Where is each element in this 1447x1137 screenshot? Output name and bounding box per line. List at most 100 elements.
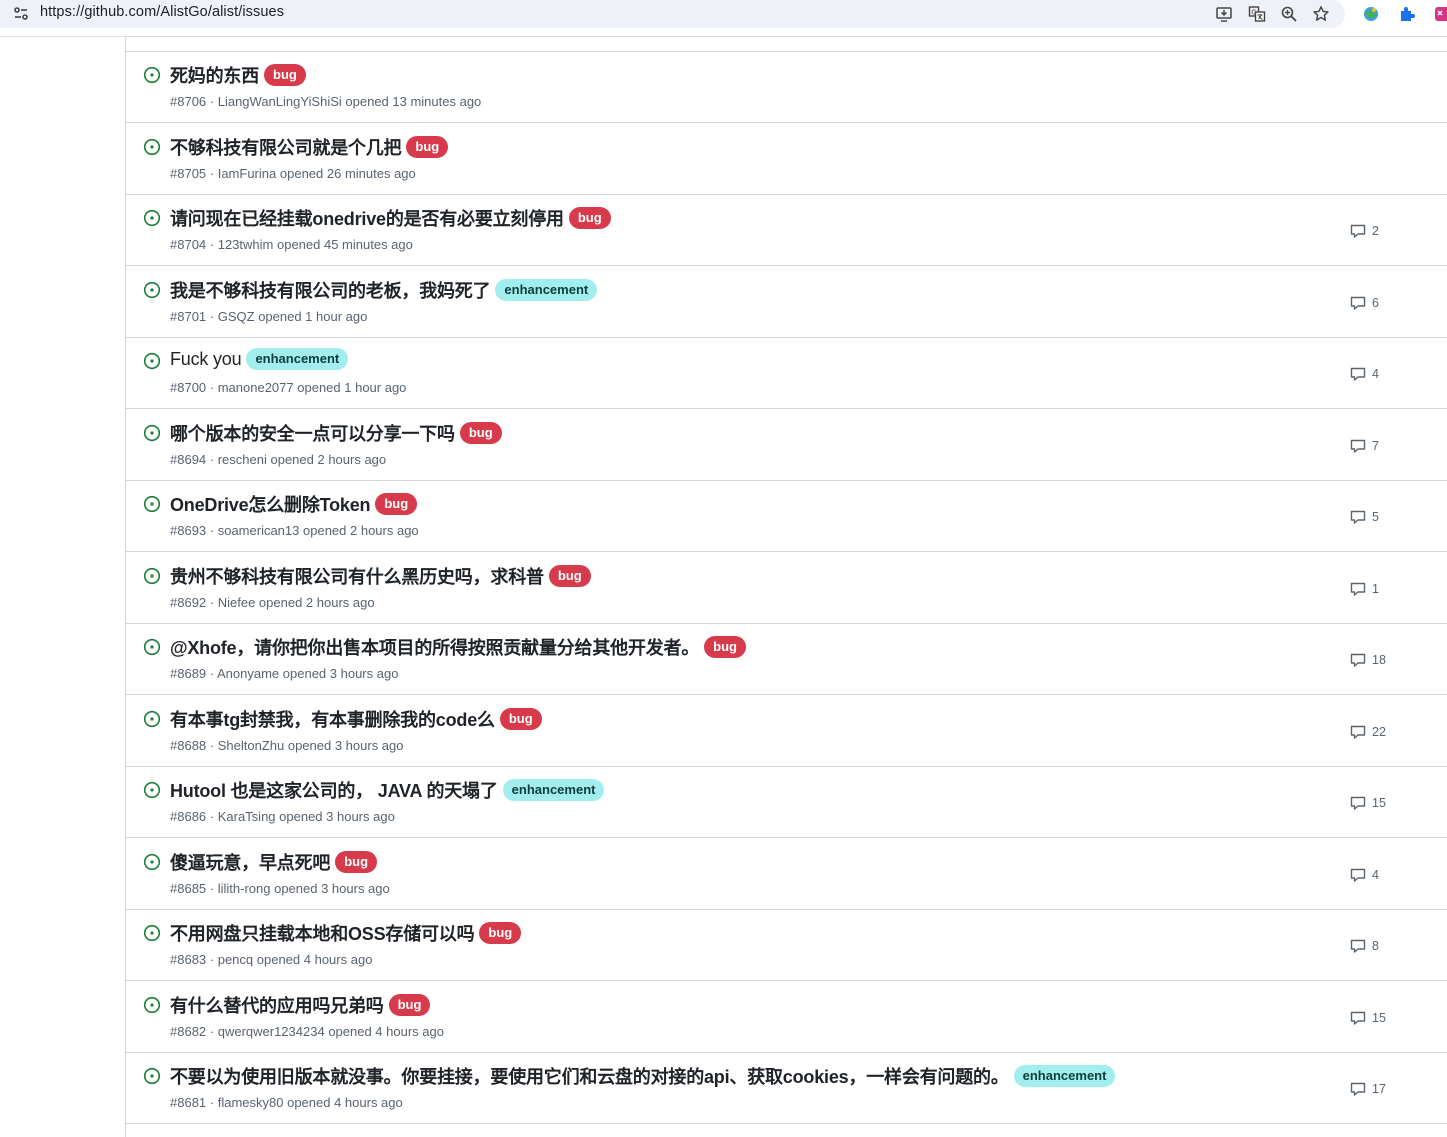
url-text[interactable]: https://github.com/AlistGo/alist/issues (40, 4, 284, 20)
issue-row[interactable]: 死妈的东西 bug #8706 · LiangWanLingYiShiSi op… (126, 51, 1447, 123)
issue-comments-link[interactable]: 8 (1350, 938, 1379, 954)
issue-label-bug[interactable]: bug (264, 64, 306, 86)
issue-author-link[interactable]: manone2077 (218, 380, 294, 395)
issue-label-enhancement[interactable]: enhancement (502, 779, 605, 801)
issue-title-link[interactable]: 我是不够科技有限公司的老板，我妈死了 (170, 277, 491, 303)
extension-globe-icon[interactable] (1360, 3, 1382, 25)
issue-opened-icon (143, 209, 161, 227)
profile-avatar-icon[interactable] (1432, 3, 1447, 25)
issue-label-bug[interactable]: bug (479, 922, 522, 944)
issue-row[interactable]: @Xhofe，请你把你出售本项目的所得按照贡献量分给其他开发者。 bug #86… (126, 623, 1447, 695)
issue-comment-count: 22 (1372, 724, 1386, 739)
issue-label-enhancement[interactable]: enhancement (495, 278, 598, 301)
issue-comments-link[interactable]: 2 (1350, 223, 1379, 239)
issue-author-link[interactable]: flamesky80 (218, 1095, 284, 1110)
issue-label-bug[interactable]: bug (406, 135, 449, 158)
extensions-puzzle-icon[interactable] (1396, 3, 1418, 25)
issue-row[interactable]: Hutool 也是这家公司的， JAVA 的天塌了 enhancement #8… (126, 766, 1447, 838)
issue-title-link[interactable]: 有本事tg封禁我，有本事删除我的code么 (170, 706, 495, 732)
issue-author-link[interactable]: IamFurina (218, 166, 277, 181)
issue-number: #8705 (170, 165, 207, 181)
comment-icon (1350, 796, 1366, 810)
issue-comments-link[interactable]: 5 (1350, 509, 1379, 525)
issue-title-link[interactable]: 哪个版本的安全一点可以分享一下吗 (170, 420, 455, 446)
address-bar[interactable]: https://github.com/AlistGo/alist/issues … (0, 0, 1345, 28)
issue-opened-icon (143, 638, 161, 656)
issue-author-link[interactable]: lilith-rong (218, 881, 271, 896)
issue-label-bug[interactable]: bug (499, 707, 542, 730)
issue-opened-time: opened 3 hours ago (282, 666, 399, 681)
comment-icon (1350, 653, 1366, 667)
issue-opened-icon (143, 567, 161, 585)
issue-author-link[interactable]: rescheni (218, 452, 267, 467)
issue-label-bug[interactable]: bug (459, 421, 502, 444)
issue-row[interactable]: 有本事tg封禁我，有本事删除我的code么 bug #8688 · Shelto… (126, 695, 1447, 767)
issue-title-link[interactable]: Fuck you (170, 349, 242, 370)
issue-row[interactable]: 请问现在已经挂载onedrive的是否有必要立刻停用 bug #8704 · 1… (126, 194, 1447, 266)
issue-title-link[interactable]: OneDrive怎么删除Token (170, 491, 371, 517)
install-app-icon[interactable] (1213, 3, 1235, 25)
issue-number: #8693 (170, 523, 207, 538)
issue-comments-link[interactable]: 15 (1350, 1010, 1386, 1026)
issue-label-enhancement[interactable]: enhancement (246, 348, 349, 370)
issue-title-link[interactable]: 傻逼玩意，早点死吧 (170, 849, 330, 875)
issue-label-bug[interactable]: bug (568, 207, 611, 229)
issue-title-link[interactable]: 有什么替代的应用吗兄弟吗 (170, 992, 384, 1018)
issue-row[interactable]: 贵州不够科技有限公司有什么黑历史吗，求科普 bug #8692 · Niefee… (126, 552, 1447, 624)
issue-comments-link[interactable]: 17 (1350, 1081, 1386, 1097)
browser-toolbar: https://github.com/AlistGo/alist/issues … (0, 0, 1447, 37)
issue-title-link[interactable]: 贵州不够科技有限公司有什么黑历史吗，求科普 (170, 563, 544, 589)
issue-author-link[interactable]: qwerqwer1234234 (218, 1024, 325, 1039)
issue-meta: #8701 · GSQZ opened 1 hour ago (170, 308, 368, 324)
issue-meta: #8686 · KaraTsing opened 3 hours ago (170, 809, 395, 824)
issue-row[interactable]: 哪个版本的安全一点可以分享一下吗 bug #8694 · rescheni op… (126, 409, 1447, 481)
zoom-icon[interactable] (1278, 3, 1300, 25)
translate-icon[interactable]: G (1246, 3, 1268, 25)
issue-comments-link[interactable]: 15 (1350, 795, 1386, 811)
issue-label-enhancement[interactable]: enhancement (1013, 1065, 1116, 1087)
issue-author-link[interactable]: GSQZ (218, 309, 255, 324)
issue-author-link[interactable]: SheltonZhu (218, 738, 285, 753)
issue-title-link[interactable]: @Xhofe，请你把你出售本项目的所得按照贡献量分给其他开发者。 (170, 634, 699, 660)
issue-comments-link[interactable]: 4 (1350, 867, 1379, 883)
issue-comments-link[interactable]: 4 (1350, 366, 1379, 382)
issue-title-link[interactable]: 不要以为使用旧版本就没事。你要挂接，要使用它们和云盘的对接的api、获取cook… (170, 1063, 1009, 1089)
issue-label-bug[interactable]: bug (704, 636, 746, 658)
issue-meta: #8700 · manone2077 opened 1 hour ago (170, 380, 407, 395)
issue-comments-link[interactable]: 7 (1350, 438, 1379, 454)
issue-author-link[interactable]: Anonyame (217, 666, 279, 681)
issue-row[interactable]: 有什么替代的应用吗兄弟吗 bug #8682 · qwerqwer1234234… (126, 981, 1447, 1053)
issue-comments-link[interactable]: 22 (1350, 724, 1386, 740)
site-info-icon[interactable] (12, 5, 30, 23)
issue-author-link[interactable]: LiangWanLingYiShiSi (218, 94, 342, 109)
issue-row[interactable]: 我是不够科技有限公司的老板，我妈死了 enhancement #8701 · G… (126, 266, 1447, 338)
issue-title-link[interactable]: 请问现在已经挂载onedrive的是否有必要立刻停用 (170, 205, 564, 231)
issue-title-line: 哪个版本的安全一点可以分享一下吗 bug (170, 420, 502, 446)
issue-title-link[interactable]: 死妈的东西 (170, 62, 259, 88)
issue-label-bug[interactable]: bug (388, 993, 431, 1016)
comment-icon (1350, 367, 1366, 381)
issue-author-link[interactable]: Niefee (218, 595, 256, 610)
issue-label-bug[interactable]: bug (335, 850, 378, 873)
issue-comments-link[interactable]: 18 (1350, 652, 1386, 668)
issue-title-link[interactable]: Hutool 也是这家公司的， JAVA 的天塌了 (170, 777, 498, 803)
issue-author-link[interactable]: soamerican13 (218, 523, 300, 538)
issue-comments-link[interactable]: 6 (1350, 295, 1379, 311)
issue-row[interactable]: 不用网盘只挂载本地和OSS存储可以吗 bug #8683 · pencq ope… (126, 909, 1447, 981)
issue-title-link[interactable]: 不够科技有限公司就是个几把 (170, 134, 402, 160)
issue-author-link[interactable]: KaraTsing (218, 809, 276, 824)
issue-row[interactable]: 傻逼玩意，早点死吧 bug #8685 · lilith-rong opened… (126, 838, 1447, 910)
issue-author-link[interactable]: pencq (218, 952, 253, 967)
issue-row[interactable]: Fuck you enhancement #8700 · manone2077 … (126, 337, 1447, 409)
issue-row[interactable]: OneDrive怎么删除Token bug #8693 · soamerican… (126, 480, 1447, 552)
issue-comments-link[interactable]: 1 (1350, 581, 1379, 597)
issue-title-link[interactable]: 不用网盘只挂载本地和OSS存储可以吗 (170, 920, 475, 946)
bookmark-star-icon[interactable] (1310, 3, 1332, 25)
issue-opened-time: opened 1 hour ago (258, 308, 368, 324)
issue-row[interactable]: 不够科技有限公司就是个几把 bug #8705 · IamFurina open… (126, 123, 1447, 195)
issue-row[interactable]: 不要以为使用旧版本就没事。你要挂接，要使用它们和云盘的对接的api、获取cook… (126, 1052, 1447, 1124)
issue-author-link[interactable]: 123twhim (218, 237, 274, 252)
issue-label-bug[interactable]: bug (548, 564, 591, 587)
issue-opened-time: opened 4 hours ago (328, 1023, 444, 1039)
issue-label-bug[interactable]: bug (375, 493, 418, 515)
